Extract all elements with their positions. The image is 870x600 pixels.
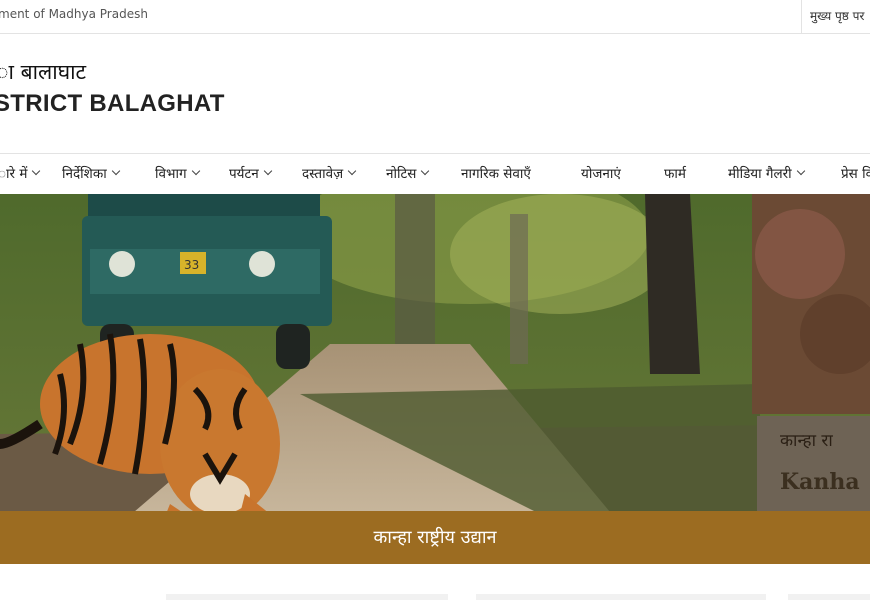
site-title-hindi[interactable]: ा बालाघाट [0, 58, 86, 86]
nav-item-schemes[interactable]: योजनाएं [581, 164, 621, 182]
nav-item-tourism[interactable]: पर्यटन [229, 164, 273, 182]
hero-caption: कान्हा राष्ट्रीय उद्यान [0, 511, 870, 564]
nav-item-press-release[interactable]: प्रेस वि [841, 164, 870, 182]
nav-item-directory[interactable]: निर्देशिका [62, 164, 120, 182]
nav-item-label: पर्यटन [229, 166, 259, 182]
jeep-plate: 33 [184, 258, 199, 272]
chevron-down-icon [111, 166, 120, 176]
nav-item-notices[interactable]: नोटिस [386, 164, 430, 182]
nav-item-about[interactable]: ारे में [0, 164, 41, 182]
nav-item-label: नागरिक सेवाएँ [461, 166, 531, 182]
nav-item-label: दस्तावेज़ [302, 166, 344, 182]
content-card [476, 594, 766, 600]
nav-item-label: फार्म [664, 166, 686, 182]
top-bar: ment of Madhya Pradesh मुख्य पृष्ठ पर [0, 0, 870, 34]
sign-text-english: Kanha [780, 469, 860, 495]
main-page-link[interactable]: मुख्य पृष्ठ पर [810, 7, 864, 24]
chevron-down-icon [347, 166, 357, 176]
top-bar-right: मुख्य पृष्ठ पर [801, 0, 864, 33]
nav-item-forms[interactable]: फार्म [664, 164, 686, 182]
nav-item-label: योजनाएं [581, 166, 621, 182]
chevron-down-icon [32, 166, 41, 176]
nav-item-label: ारे में [0, 166, 28, 182]
nav-item-label: नोटिस [386, 166, 417, 182]
main-navigation: ारे में निर्देशिका विभाग पर्यटन दस्तावेज… [0, 153, 870, 195]
nav-item-media-gallery[interactable]: मीडिया गैलरी [728, 164, 805, 182]
chevron-down-icon [263, 166, 273, 176]
nav-item-label: निर्देशिका [62, 166, 107, 182]
nav-item-citizen-services[interactable]: नागरिक सेवाएँ [461, 164, 531, 182]
content-card [788, 594, 870, 600]
chevron-down-icon [421, 166, 430, 176]
nav-item-documents[interactable]: दस्तावेज़ [302, 164, 357, 182]
nav-item-label: मीडिया गैलरी [728, 166, 792, 182]
hero-banner[interactable]: कान्हा रा Kanha 33 [0, 194, 870, 564]
chevron-down-icon [796, 166, 805, 176]
government-text: ment of Madhya Pradesh [0, 7, 148, 21]
nav-item-label: विभाग [155, 166, 187, 182]
site-title-english[interactable]: STRICT BALAGHAT [0, 90, 225, 118]
hero-image: कान्हा रा Kanha 33 [0, 194, 870, 564]
nav-item-label: प्रेस वि [841, 166, 870, 182]
sign-text-hindi: कान्हा रा [780, 431, 833, 451]
content-card [166, 594, 448, 600]
chevron-down-icon [191, 166, 200, 176]
nav-item-departments[interactable]: विभाग [155, 164, 200, 182]
